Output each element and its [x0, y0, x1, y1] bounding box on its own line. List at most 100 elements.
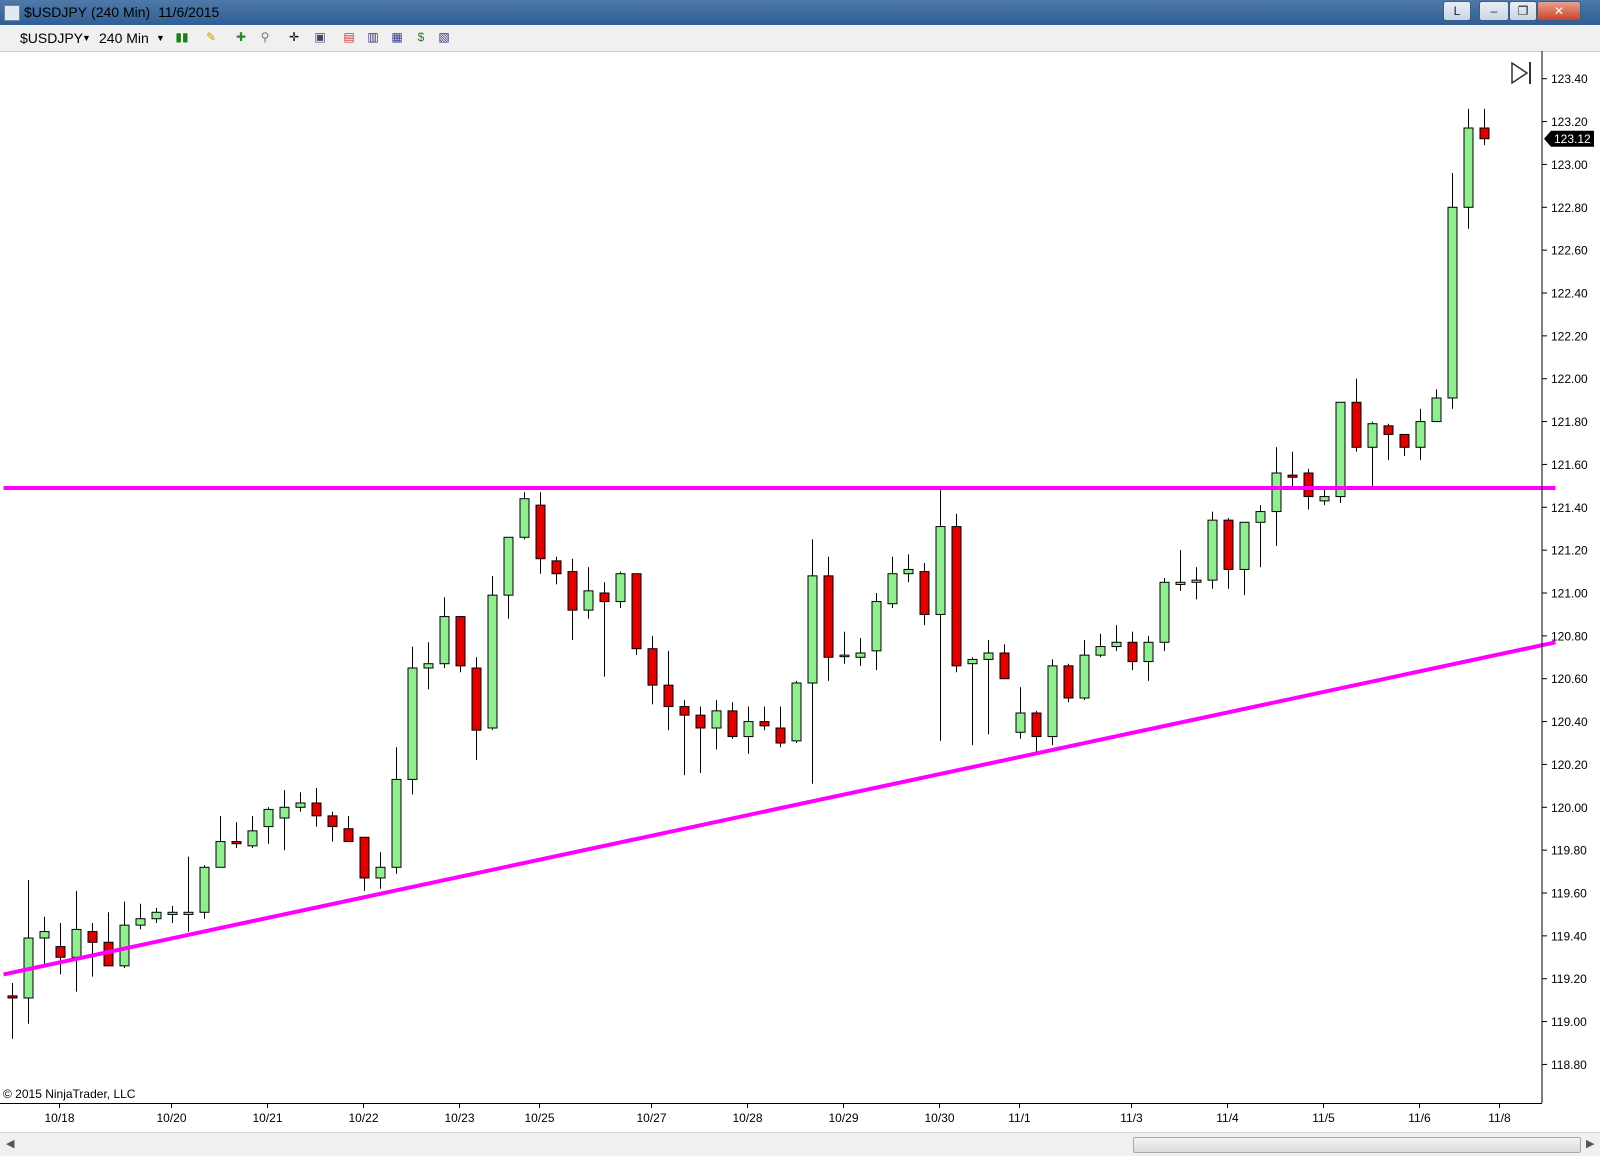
- performance-icon[interactable]: ▦: [390, 30, 404, 44]
- candle-body-up: [1271, 472, 1282, 513]
- candle-body-up: [1143, 641, 1154, 663]
- candle-body-up: [1415, 421, 1426, 448]
- candle-body-up: [615, 573, 626, 603]
- scroll-right-icon[interactable]: ▶: [1586, 1137, 1594, 1150]
- time-tick-label: 11/6: [1408, 1111, 1431, 1125]
- candle-body-down: [535, 504, 546, 560]
- candle-body-up: [519, 498, 530, 538]
- time-tick-label: 10/18: [44, 1111, 74, 1125]
- price-tick-label: 119.80: [1551, 844, 1587, 858]
- candle-body-down: [663, 684, 674, 708]
- candle-body-down: [7, 995, 18, 999]
- minimize-button[interactable]: ‒: [1479, 1, 1509, 21]
- price-chart[interactable]: 118.80 119.00 119.20 119.40 119.60 119.80 120.…: [0, 51, 1600, 1132]
- zoom-icon[interactable]: ⚲: [258, 30, 272, 44]
- candle-body-down: [1031, 712, 1042, 738]
- time-axis: 10/18 10/20 10/21 10/22 10/23 10/25 10/27 10/28…: [0, 1103, 1542, 1125]
- candle-body-up: [439, 616, 450, 665]
- candle-body-down: [1287, 474, 1298, 478]
- candle-body-up: [983, 652, 994, 660]
- scroll-left-icon[interactable]: ◀: [6, 1137, 14, 1150]
- chart-toolbar: $USDJPY ▼ 240 Min ▼ ▮▮ ✎ ✚ ⚲ ✛ ▣ ▤ ▥ ▦ $…: [0, 25, 1600, 52]
- price-axis: 118.80 119.00 119.20 119.40 119.60 119.80 120.…: [1541, 51, 1594, 1103]
- candle-body-down: [1223, 519, 1234, 570]
- candle-body-down: [55, 946, 66, 958]
- title-interval: (240 Min): [91, 4, 151, 20]
- crosshair-icon[interactable]: ✛: [287, 30, 301, 44]
- time-tick-label: 11/5: [1312, 1111, 1335, 1125]
- candle-body-down: [599, 592, 610, 603]
- link-button[interactable]: L: [1443, 1, 1471, 21]
- candle-body-up: [1047, 665, 1058, 738]
- add-indicator-icon[interactable]: ✚: [234, 30, 248, 44]
- candle-body-up: [1431, 397, 1442, 423]
- candle-body-down: [311, 802, 322, 817]
- candle-body-up: [887, 573, 898, 605]
- candle-body-up: [1159, 581, 1170, 643]
- candle-body-up: [1015, 712, 1026, 733]
- price-tick-label: 119.20: [1551, 972, 1587, 986]
- candle-body-up: [1335, 401, 1346, 498]
- candle-body-up: [167, 911, 178, 915]
- candle-body-up: [711, 710, 722, 729]
- candle-body-up: [839, 654, 850, 658]
- candle-body-down: [759, 721, 770, 727]
- candle-body-up: [71, 928, 82, 958]
- candle-body-up: [391, 778, 402, 868]
- price-tick-label: 121.40: [1551, 501, 1588, 515]
- time-tick-label: 10/27: [636, 1111, 666, 1125]
- period-selector[interactable]: 240 Min: [99, 30, 149, 46]
- dollar-icon[interactable]: $: [414, 30, 428, 44]
- price-tick-label: 119.00: [1551, 1015, 1587, 1029]
- strategy-icon[interactable]: ▤: [342, 30, 356, 44]
- support-trendline-line: [3, 640, 1556, 977]
- chart-properties-icon[interactable]: ▥: [366, 30, 380, 44]
- candle-body-down: [1383, 425, 1394, 435]
- candle-body-down: [679, 706, 690, 716]
- candle-body-up: [503, 536, 514, 596]
- candle-body-down: [455, 616, 466, 667]
- candle-body-up: [247, 830, 258, 847]
- instrument-selector[interactable]: $USDJPY: [20, 30, 83, 46]
- candle-body-down: [343, 828, 354, 843]
- price-tick-label: 122.40: [1551, 287, 1588, 301]
- candle-body-up: [487, 594, 498, 729]
- candle-body-up: [855, 652, 866, 658]
- candle-body-down: [999, 652, 1010, 680]
- scrollbar-thumb[interactable]: [1133, 1137, 1581, 1153]
- candle-body-down: [359, 836, 370, 879]
- time-tick-label: 10/29: [828, 1111, 858, 1125]
- candle-body-up: [1175, 581, 1186, 585]
- candle-body-down: [823, 575, 834, 658]
- time-tick-label: 11/8: [1488, 1111, 1511, 1125]
- candle-body-down: [1063, 665, 1074, 699]
- close-button[interactable]: ✕: [1537, 1, 1581, 21]
- time-tick-label: 10/30: [924, 1111, 954, 1125]
- template-icon[interactable]: ▧: [437, 30, 451, 44]
- price-tick-label: 119.60: [1551, 887, 1587, 901]
- restore-button[interactable]: ❐: [1509, 1, 1537, 21]
- price-tick-label: 120.40: [1551, 715, 1588, 729]
- data-box-icon[interactable]: ▣: [313, 30, 327, 44]
- candle-body-down: [471, 667, 482, 731]
- candle-body-up: [791, 682, 802, 742]
- price-tick-label: 118.80: [1551, 1058, 1587, 1072]
- price-tick-label: 119.40: [1551, 929, 1587, 943]
- scroll-to-end-icon: [1511, 61, 1529, 85]
- instrument-dropdown-icon[interactable]: ▼: [82, 33, 91, 43]
- candle-body-up: [263, 808, 274, 828]
- price-tick-label: 121.20: [1551, 544, 1588, 558]
- candle-body-down: [551, 560, 562, 575]
- candle-body-up: [215, 841, 226, 868]
- window-title: $USDJPY (240 Min) 11/6/2015: [24, 4, 223, 20]
- price-tick-label: 123.40: [1551, 72, 1588, 86]
- drawing-pen-icon[interactable]: ✎: [204, 30, 218, 44]
- candle-body-up: [1079, 654, 1090, 699]
- time-tick-label: 10/23: [444, 1111, 474, 1125]
- horizontal-scrollbar[interactable]: ◀ ▶: [0, 1132, 1600, 1156]
- time-tick-label: 10/21: [252, 1111, 282, 1125]
- candle-body-down: [231, 841, 242, 845]
- candle-body-up: [1447, 206, 1458, 399]
- period-dropdown-icon[interactable]: ▼: [156, 33, 165, 43]
- bar-type-icon[interactable]: ▮▮: [175, 30, 189, 44]
